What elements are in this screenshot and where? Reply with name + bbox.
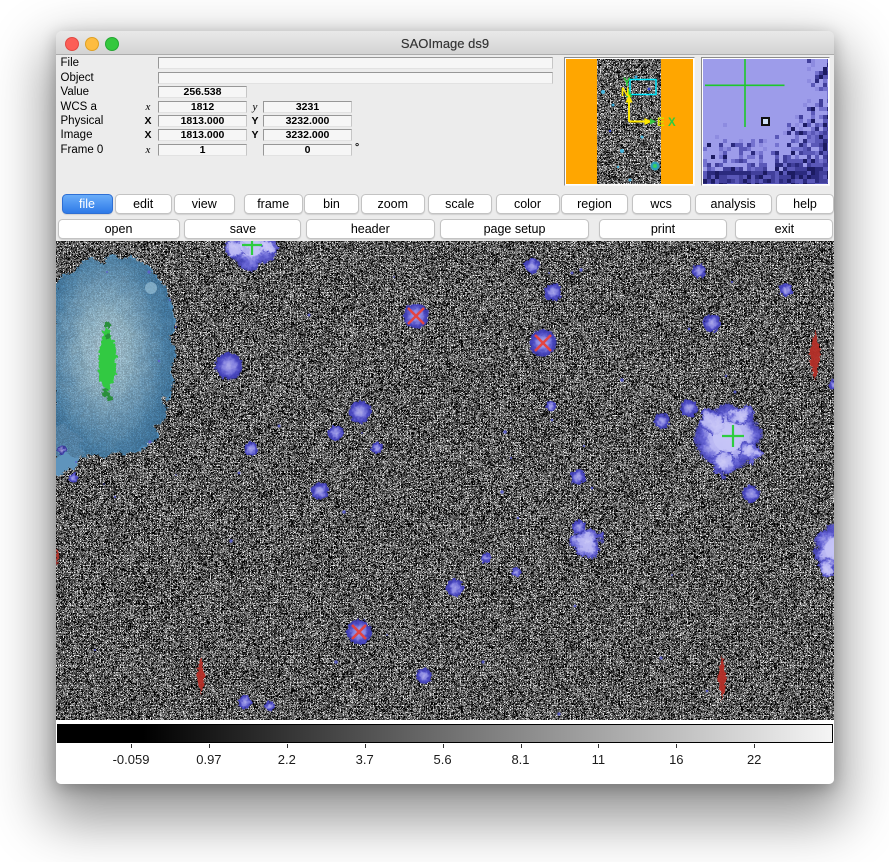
svg-text:N: N (621, 87, 629, 99)
svg-text:E: E (657, 117, 665, 129)
svg-text:X: X (668, 117, 676, 129)
